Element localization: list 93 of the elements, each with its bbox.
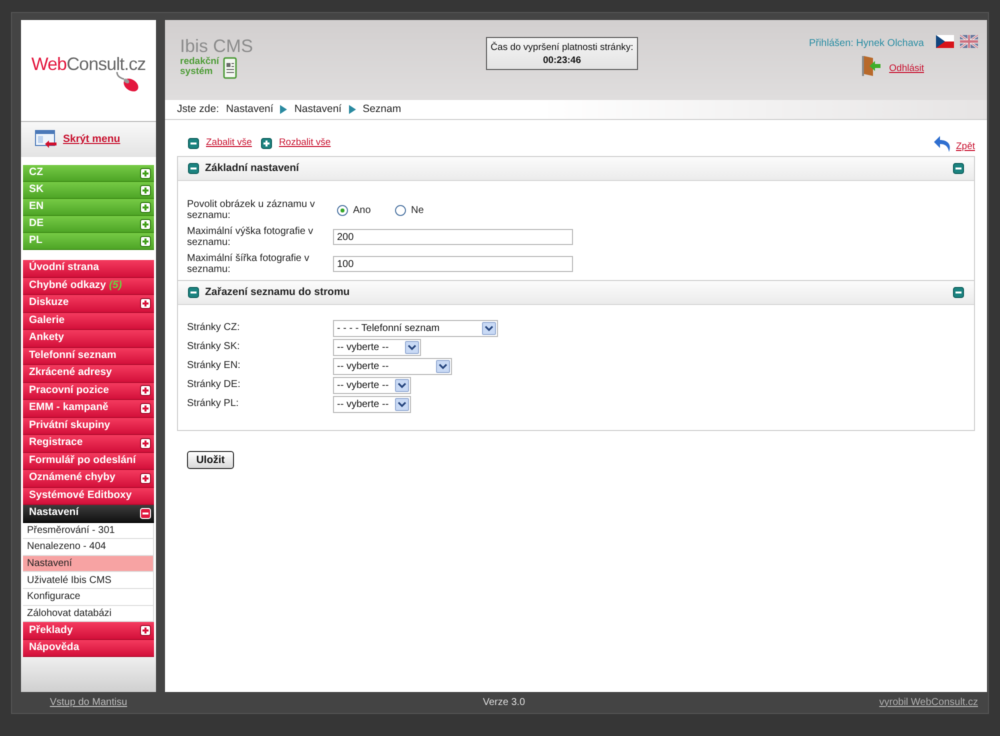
menu-group[interactable]: EMM - kampaně — [23, 400, 154, 418]
breadcrumb-link[interactable]: Seznam — [362, 102, 402, 118]
document-icon — [223, 57, 237, 79]
dropdown[interactable]: -- vyberte -- — [333, 396, 411, 413]
section-title: Zařazení seznamu do stromu — [205, 284, 350, 300]
menu-item[interactable]: Privátní skupiny — [23, 418, 154, 435]
submenu-item[interactable]: Uživatelé Ibis CMS — [23, 572, 154, 590]
author-link[interactable]: vyrobil WebConsult.cz — [879, 694, 978, 710]
field-label: Stránky DE: — [187, 378, 242, 390]
chevron-down-icon[interactable] — [436, 360, 450, 373]
hide-menu-link[interactable]: Skrýt menu — [63, 132, 120, 148]
radio-button[interactable] — [337, 204, 348, 216]
expand-all-link[interactable]: Rozbalit vše — [278, 136, 331, 151]
radio-button[interactable] — [395, 204, 406, 216]
chevron-down-icon[interactable] — [395, 398, 409, 411]
breadcrumb-link[interactable]: Nastavení — [294, 102, 342, 118]
submenu-item[interactable]: Nastavení — [23, 556, 154, 572]
curved-arrow-icon[interactable] — [934, 136, 952, 152]
submenu-item[interactable]: Přesměrování - 301 — [23, 522, 154, 540]
computer-mouse-icon — [116, 71, 140, 93]
field-label: Povolit obrázek u záznamu v seznamu: — [187, 199, 316, 221]
menu-item[interactable]: Ankety — [23, 330, 154, 348]
version-text: Verze 3.0 — [482, 696, 526, 710]
minus-icon[interactable] — [953, 163, 964, 174]
minus-icon[interactable] — [953, 287, 964, 298]
logo-text: WebConsult.cz — [31, 54, 146, 74]
menu-group[interactable]: Nastavení — [23, 505, 154, 522]
dropdown[interactable]: -- vyberte -- — [333, 358, 452, 375]
chevron-down-icon[interactable] — [395, 379, 409, 392]
plus-icon[interactable] — [140, 218, 151, 230]
dropdown[interactable]: - - - - Telefonní seznam — [333, 320, 498, 337]
czech-flag-icon[interactable] — [936, 35, 954, 48]
menu-group[interactable]: Diskuze — [23, 295, 154, 312]
plus-icon[interactable] — [140, 438, 151, 449]
field-label: Stránky SK: — [187, 340, 241, 352]
breadcrumb-link[interactable]: Nastavení — [226, 102, 274, 118]
menu-group[interactable]: Překlady — [23, 622, 154, 640]
logout-link[interactable]: Odhlásit — [889, 63, 924, 75]
field-label: Stránky PL: — [187, 397, 240, 409]
door-arrow-icon[interactable] — [861, 55, 882, 77]
minus-icon[interactable] — [188, 138, 199, 149]
plus-icon[interactable] — [140, 402, 151, 414]
plus-icon[interactable] — [140, 472, 151, 484]
minus-icon[interactable] — [188, 287, 199, 298]
save-button[interactable]: Uložit — [187, 451, 234, 470]
plus-icon[interactable] — [140, 184, 151, 196]
submenu-item[interactable]: Nenalezeno - 404 — [23, 539, 154, 556]
menu-item[interactable]: Úvodní strana — [23, 260, 154, 278]
menu-item[interactable]: Systémové Editboxy — [23, 488, 154, 505]
field-label: Stránky CZ: — [187, 321, 241, 333]
session-time: 00:23:46 — [542, 54, 581, 66]
field-label: Stránky EN: — [187, 359, 242, 371]
chevron-down-icon[interactable] — [482, 322, 496, 335]
menu-group[interactable]: Pracovní pozice — [23, 382, 154, 400]
app-logo-subtitle: redakční systém — [180, 57, 220, 77]
dropdown[interactable]: -- vyberte -- — [333, 339, 421, 356]
mantis-link[interactable]: Vstup do Mantisu — [50, 694, 128, 710]
plus-icon[interactable] — [140, 625, 151, 636]
radio-label: Ne — [411, 204, 424, 218]
plus-icon[interactable] — [140, 236, 151, 246]
app-logo-title: Ibis CMS — [180, 36, 254, 56]
menu-item[interactable]: Chybné odkazy (5) — [23, 278, 154, 295]
field-label: Maximální šířka fotografie v seznamu: — [187, 253, 310, 275]
plus-icon[interactable] — [140, 385, 151, 396]
menu-group[interactable]: Registrace — [23, 435, 154, 452]
collapse-all-link[interactable]: Zabalit vše — [206, 136, 252, 151]
submenu-item[interactable]: Konfigurace — [23, 589, 154, 606]
user-label: Přihlášen: Hynek Olchava — [808, 38, 924, 50]
chevron-down-icon[interactable] — [405, 341, 419, 354]
section-title: Základní nastavení — [205, 160, 299, 176]
menu-group[interactable]: Oznámené chyby — [23, 470, 154, 488]
menu-item[interactable]: Galerie — [23, 312, 154, 330]
plus-icon[interactable] — [140, 168, 151, 178]
field-label: Maximální výška fotografie v seznamu: — [187, 226, 314, 248]
radio-label: Ano — [353, 204, 371, 218]
plus-icon[interactable] — [140, 298, 151, 309]
minus-icon[interactable] — [188, 163, 199, 174]
menu-item[interactable]: Formulář po odeslání — [23, 452, 154, 470]
triangle-icon — [280, 105, 288, 114]
breadcrumb-label: Jste zde: — [177, 102, 220, 117]
session-label: Čas do vypršení platnosti stránky: — [490, 42, 634, 52]
dropdown[interactable]: -- vyberte -- — [333, 377, 411, 394]
menu-item[interactable]: Nápověda — [23, 640, 154, 658]
text-field[interactable]: 100 — [333, 256, 573, 272]
text-field[interactable]: 200 — [333, 229, 573, 245]
plus-icon[interactable] — [140, 202, 151, 212]
menu-item[interactable]: Zkrácené adresy — [23, 365, 154, 382]
plus-icon[interactable] — [260, 138, 272, 149]
submenu-item[interactable]: Zálohovat databázi — [23, 606, 154, 622]
menu-item[interactable]: Telefonní seznam — [23, 348, 154, 365]
link-count: (5) — [109, 278, 122, 291]
triangle-icon — [348, 105, 356, 114]
back-link[interactable]: Zpět — [956, 140, 975, 152]
